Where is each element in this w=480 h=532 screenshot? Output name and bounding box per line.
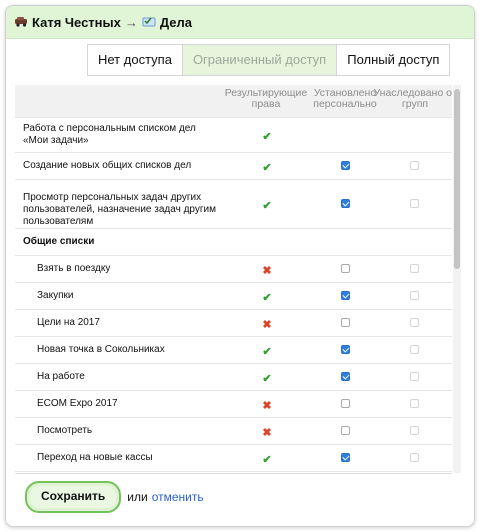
checklist-icon — [142, 15, 156, 30]
table-row: Работа с персональным списком дел «Мои з… — [15, 117, 452, 152]
inherited-cell — [404, 398, 424, 409]
column-result: Результирующие права — [224, 87, 308, 110]
table-row: Закупки ✔ — [15, 282, 452, 309]
personal-cell — [335, 290, 355, 301]
personal-checkbox[interactable] — [340, 371, 350, 381]
table-row: На работе ✔ — [15, 363, 452, 390]
inherited-cell — [404, 452, 424, 463]
personal-cell — [335, 425, 355, 436]
table-row: ECOM Expo 2017 ✖ — [15, 390, 452, 417]
personal-checkbox[interactable] — [340, 425, 350, 435]
column-inherited: Унаследовано от групп — [373, 87, 452, 110]
personal-cell — [335, 198, 355, 209]
row-label: Работа с персональным списком дел «Мои з… — [23, 123, 196, 146]
check-icon: ✔ — [262, 200, 272, 212]
check-icon: ✔ — [262, 292, 272, 304]
cross-icon: ✖ — [262, 400, 272, 412]
personal-checkbox[interactable] — [340, 160, 350, 170]
breadcrumb-arrow: → — [124, 14, 138, 30]
row-label: На работе — [37, 371, 85, 382]
table-row: Цели на 2017 ✖ — [15, 309, 452, 336]
check-icon: ✔ — [262, 454, 272, 466]
cross-icon: ✖ — [262, 427, 272, 439]
personal-checkbox[interactable] — [340, 317, 350, 327]
personal-cell — [335, 344, 355, 355]
personal-cell — [335, 263, 355, 274]
personal-checkbox[interactable] — [340, 398, 350, 408]
row-label: Посмотреть — [37, 425, 93, 436]
table-body: Работа с персональным списком дел «Мои з… — [15, 117, 452, 473]
row-label: Закупки — [37, 290, 74, 301]
table-row: Новая точка в Сокольниках ✔ — [15, 336, 452, 363]
row-label: Создание новых общих списков дел — [23, 160, 192, 171]
tab-full-access[interactable]: Полный доступ — [337, 45, 450, 75]
table-row: Взять в поездку ✖ — [15, 255, 452, 282]
row-label: Цели на 2017 — [37, 317, 100, 328]
user-name: Катя Честных — [32, 14, 121, 30]
inherited-cell — [404, 344, 424, 355]
table-row: Переход на новые кассы ✔ — [15, 444, 452, 471]
car-icon — [14, 15, 28, 30]
tab-no-access[interactable]: Нет доступа — [88, 45, 183, 75]
personal-checkbox[interactable] — [340, 290, 350, 300]
personal-cell — [335, 317, 355, 328]
table-row: Создание новых общих списков дел ✔ — [15, 152, 452, 179]
scrollbar-thumb[interactable] — [454, 89, 460, 269]
check-icon: ✔ — [262, 373, 272, 385]
section-row: Общие списки — [15, 228, 452, 255]
row-label: ECOM Expo 2017 — [37, 398, 118, 409]
personal-checkbox[interactable] — [340, 198, 350, 208]
inherited-checkbox — [409, 317, 419, 327]
inherited-cell — [404, 425, 424, 436]
table-row: Просмотр персональных задач других польз… — [15, 179, 452, 228]
table-row: Подарки на Новый год✔ — [15, 471, 452, 473]
cross-icon: ✖ — [262, 265, 272, 277]
access-level-tabs: Нет доступа Ограниченный доступ Полный д… — [87, 44, 451, 76]
check-icon: ✔ — [262, 162, 272, 174]
personal-cell — [335, 160, 355, 171]
dialog-header: Катя Честных → Дела — [6, 6, 474, 39]
inherited-checkbox — [409, 160, 419, 170]
inherited-cell — [404, 198, 424, 209]
inherited-cell — [404, 160, 424, 171]
inherited-checkbox — [409, 290, 419, 300]
row-label: Переход на новые кассы — [37, 452, 153, 463]
cross-icon: ✖ — [262, 319, 272, 331]
personal-cell — [335, 371, 355, 382]
inherited-checkbox — [409, 371, 419, 381]
inherited-checkbox — [409, 198, 419, 208]
inherited-cell — [404, 371, 424, 382]
row-label: Общие списки — [23, 236, 95, 247]
or-text: или — [127, 490, 148, 504]
table-scrollbar[interactable] — [453, 85, 461, 473]
check-icon: ✔ — [262, 346, 272, 358]
inherited-cell — [404, 263, 424, 274]
table-row: Посмотреть ✖ — [15, 417, 452, 444]
save-button[interactable]: Сохранить — [25, 481, 122, 513]
section-name: Дела — [159, 14, 193, 30]
permissions-table: Результирующие права Установлено персона… — [15, 85, 452, 474]
row-label: Взять в поездку — [37, 263, 111, 274]
inherited-checkbox — [409, 344, 419, 354]
cancel-link[interactable]: отменить — [152, 490, 204, 504]
personal-cell — [335, 398, 355, 409]
table-header: Результирующие права Установлено персона… — [15, 85, 452, 117]
dialog-footer: Сохранить или отменить — [25, 481, 204, 513]
inherited-checkbox — [409, 398, 419, 408]
inherited-cell — [404, 317, 424, 328]
personal-checkbox[interactable] — [340, 452, 350, 462]
inherited-checkbox — [409, 425, 419, 435]
inherited-cell — [404, 290, 424, 301]
personal-cell — [335, 452, 355, 463]
inherited-checkbox — [409, 452, 419, 462]
tab-limited-access[interactable]: Ограниченный доступ — [182, 45, 338, 75]
check-icon: ✔ — [262, 131, 272, 143]
personal-checkbox[interactable] — [340, 344, 350, 354]
row-label: Просмотр персональных задач других польз… — [23, 192, 216, 227]
personal-checkbox[interactable] — [340, 263, 350, 273]
inherited-checkbox — [409, 263, 419, 273]
row-label: Новая точка в Сокольниках — [37, 344, 165, 355]
